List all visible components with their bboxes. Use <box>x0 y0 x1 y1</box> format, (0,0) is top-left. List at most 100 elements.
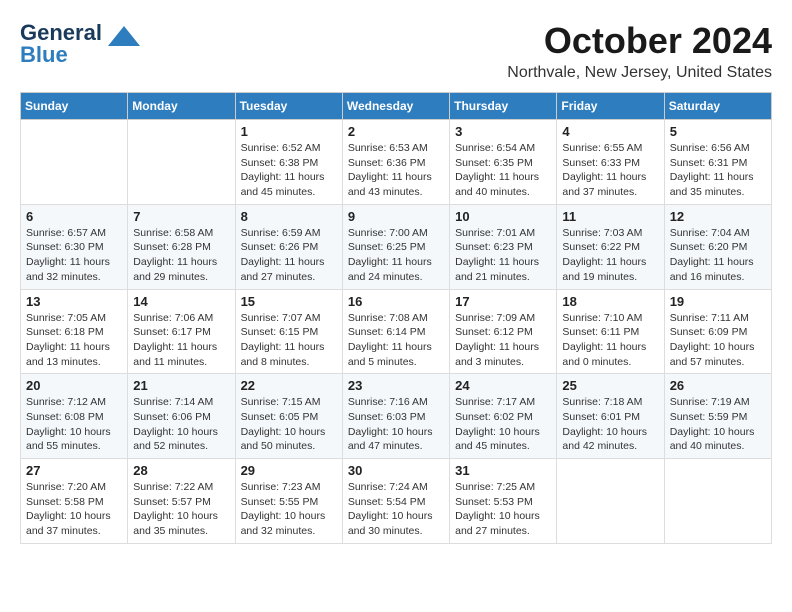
week-row-2: 6 Sunrise: 6:57 AM Sunset: 6:30 PM Daylig… <box>21 204 772 289</box>
day-cell: 16 Sunrise: 7:08 AM Sunset: 6:14 PM Dayli… <box>342 289 449 374</box>
day-cell: 11Sunrise: 7:03 AM Sunset: 6:22 PM Dayli… <box>557 204 664 289</box>
day-number: 14 <box>133 294 229 309</box>
day-cell <box>664 459 771 544</box>
day-content: Sunrise: 7:12 AM Sunset: 6:08 PM Dayligh… <box>26 395 122 454</box>
day-content: Sunrise: 7:24 AM Sunset: 5:54 PM Dayligh… <box>348 480 444 539</box>
header-cell-tuesday: Tuesday <box>235 93 342 120</box>
day-number: 9 <box>348 209 444 224</box>
header-cell-wednesday: Wednesday <box>342 93 449 120</box>
day-cell: 29 Sunrise: 7:23 AM Sunset: 5:55 PM Dayli… <box>235 459 342 544</box>
day-content: Sunrise: 7:25 AM Sunset: 5:53 PM Dayligh… <box>455 480 551 539</box>
day-content: Sunrise: 6:53 AM Sunset: 6:36 PM Dayligh… <box>348 141 444 200</box>
day-cell <box>128 120 235 205</box>
day-cell: 12 Sunrise: 7:04 AM Sunset: 6:20 PM Dayli… <box>664 204 771 289</box>
day-content: Sunrise: 7:14 AM Sunset: 6:06 PM Dayligh… <box>133 395 229 454</box>
day-cell: 15 Sunrise: 7:07 AM Sunset: 6:15 PM Dayli… <box>235 289 342 374</box>
header-cell-sunday: Sunday <box>21 93 128 120</box>
logo: General Blue <box>20 20 140 68</box>
day-cell: 25Sunrise: 7:18 AM Sunset: 6:01 PM Dayli… <box>557 374 664 459</box>
day-cell: 4 Sunrise: 6:55 AM Sunset: 6:33 PM Daylig… <box>557 120 664 205</box>
day-number: 2 <box>348 124 444 139</box>
day-content: Sunrise: 7:10 AM Sunset: 6:11 PM Dayligh… <box>562 311 658 370</box>
page-header: General Blue October 2024 Northvale, New… <box>20 20 772 82</box>
week-row-3: 13 Sunrise: 7:05 AM Sunset: 6:18 PM Dayli… <box>21 289 772 374</box>
day-cell: 20 Sunrise: 7:12 AM Sunset: 6:08 PM Dayli… <box>21 374 128 459</box>
day-number: 6 <box>26 209 122 224</box>
day-content: Sunrise: 7:16 AM Sunset: 6:03 PM Dayligh… <box>348 395 444 454</box>
header-row: SundayMondayTuesdayWednesdayThursdayFrid… <box>21 93 772 120</box>
day-content: Sunrise: 7:23 AM Sunset: 5:55 PM Dayligh… <box>241 480 337 539</box>
day-number: 23 <box>348 378 444 393</box>
day-cell: 6 Sunrise: 6:57 AM Sunset: 6:30 PM Daylig… <box>21 204 128 289</box>
day-number: 31 <box>455 463 551 478</box>
day-cell: 5 Sunrise: 6:56 AM Sunset: 6:31 PM Daylig… <box>664 120 771 205</box>
day-content: Sunrise: 7:05 AM Sunset: 6:18 PM Dayligh… <box>26 311 122 370</box>
calendar-body: 1 Sunrise: 6:52 AM Sunset: 6:38 PM Daylig… <box>21 120 772 544</box>
day-content: Sunrise: 6:59 AM Sunset: 6:26 PM Dayligh… <box>241 226 337 285</box>
header-cell-thursday: Thursday <box>450 93 557 120</box>
day-number: 5 <box>670 124 766 139</box>
day-number: 1 <box>241 124 337 139</box>
day-content: Sunrise: 6:57 AM Sunset: 6:30 PM Dayligh… <box>26 226 122 285</box>
calendar-header: SundayMondayTuesdayWednesdayThursdayFrid… <box>21 93 772 120</box>
day-cell: 9 Sunrise: 7:00 AM Sunset: 6:25 PM Daylig… <box>342 204 449 289</box>
header-cell-friday: Friday <box>557 93 664 120</box>
day-cell: 18Sunrise: 7:10 AM Sunset: 6:11 PM Dayli… <box>557 289 664 374</box>
day-cell: 30 Sunrise: 7:24 AM Sunset: 5:54 PM Dayli… <box>342 459 449 544</box>
day-cell: 23 Sunrise: 7:16 AM Sunset: 6:03 PM Dayli… <box>342 374 449 459</box>
day-cell <box>21 120 128 205</box>
day-number: 26 <box>670 378 766 393</box>
day-content: Sunrise: 7:17 AM Sunset: 6:02 PM Dayligh… <box>455 395 551 454</box>
day-number: 10 <box>455 209 551 224</box>
day-content: Sunrise: 7:19 AM Sunset: 5:59 PM Dayligh… <box>670 395 766 454</box>
day-number: 21 <box>133 378 229 393</box>
day-content: Sunrise: 7:18 AM Sunset: 6:01 PM Dayligh… <box>562 395 658 454</box>
day-number: 15 <box>241 294 337 309</box>
day-cell: 1 Sunrise: 6:52 AM Sunset: 6:38 PM Daylig… <box>235 120 342 205</box>
day-number: 7 <box>133 209 229 224</box>
day-content: Sunrise: 7:11 AM Sunset: 6:09 PM Dayligh… <box>670 311 766 370</box>
day-content: Sunrise: 7:01 AM Sunset: 6:23 PM Dayligh… <box>455 226 551 285</box>
day-number: 11 <box>562 209 658 224</box>
day-cell: 19 Sunrise: 7:11 AM Sunset: 6:09 PM Dayli… <box>664 289 771 374</box>
day-cell: 8Sunrise: 6:59 AM Sunset: 6:26 PM Daylig… <box>235 204 342 289</box>
day-content: Sunrise: 6:55 AM Sunset: 6:33 PM Dayligh… <box>562 141 658 200</box>
day-cell: 17Sunrise: 7:09 AM Sunset: 6:12 PM Dayli… <box>450 289 557 374</box>
day-number: 12 <box>670 209 766 224</box>
day-cell: 13 Sunrise: 7:05 AM Sunset: 6:18 PM Dayli… <box>21 289 128 374</box>
day-cell: 2 Sunrise: 6:53 AM Sunset: 6:36 PM Daylig… <box>342 120 449 205</box>
day-content: Sunrise: 7:04 AM Sunset: 6:20 PM Dayligh… <box>670 226 766 285</box>
day-cell: 26 Sunrise: 7:19 AM Sunset: 5:59 PM Dayli… <box>664 374 771 459</box>
day-number: 29 <box>241 463 337 478</box>
day-content: Sunrise: 7:20 AM Sunset: 5:58 PM Dayligh… <box>26 480 122 539</box>
day-content: Sunrise: 7:07 AM Sunset: 6:15 PM Dayligh… <box>241 311 337 370</box>
week-row-5: 27Sunrise: 7:20 AM Sunset: 5:58 PM Dayli… <box>21 459 772 544</box>
logo-blue: Blue <box>20 42 68 68</box>
logo-icon <box>108 26 140 46</box>
day-content: Sunrise: 7:09 AM Sunset: 6:12 PM Dayligh… <box>455 311 551 370</box>
day-cell: 3Sunrise: 6:54 AM Sunset: 6:35 PM Daylig… <box>450 120 557 205</box>
day-number: 13 <box>26 294 122 309</box>
month-title: October 2024 <box>507 20 772 62</box>
day-cell: 14 Sunrise: 7:06 AM Sunset: 6:17 PM Dayli… <box>128 289 235 374</box>
day-number: 30 <box>348 463 444 478</box>
day-cell: 27Sunrise: 7:20 AM Sunset: 5:58 PM Dayli… <box>21 459 128 544</box>
day-number: 20 <box>26 378 122 393</box>
day-cell: 28Sunrise: 7:22 AM Sunset: 5:57 PM Dayli… <box>128 459 235 544</box>
day-content: Sunrise: 6:56 AM Sunset: 6:31 PM Dayligh… <box>670 141 766 200</box>
day-number: 19 <box>670 294 766 309</box>
day-number: 22 <box>241 378 337 393</box>
day-content: Sunrise: 6:58 AM Sunset: 6:28 PM Dayligh… <box>133 226 229 285</box>
day-content: Sunrise: 7:00 AM Sunset: 6:25 PM Dayligh… <box>348 226 444 285</box>
day-number: 4 <box>562 124 658 139</box>
day-content: Sunrise: 6:54 AM Sunset: 6:35 PM Dayligh… <box>455 141 551 200</box>
day-content: Sunrise: 6:52 AM Sunset: 6:38 PM Dayligh… <box>241 141 337 200</box>
header-cell-saturday: Saturday <box>664 93 771 120</box>
day-cell: 21 Sunrise: 7:14 AM Sunset: 6:06 PM Dayli… <box>128 374 235 459</box>
day-cell: 24Sunrise: 7:17 AM Sunset: 6:02 PM Dayli… <box>450 374 557 459</box>
day-content: Sunrise: 7:08 AM Sunset: 6:14 PM Dayligh… <box>348 311 444 370</box>
day-cell: 22Sunrise: 7:15 AM Sunset: 6:05 PM Dayli… <box>235 374 342 459</box>
day-cell: 7 Sunrise: 6:58 AM Sunset: 6:28 PM Daylig… <box>128 204 235 289</box>
day-number: 16 <box>348 294 444 309</box>
day-content: Sunrise: 7:06 AM Sunset: 6:17 PM Dayligh… <box>133 311 229 370</box>
